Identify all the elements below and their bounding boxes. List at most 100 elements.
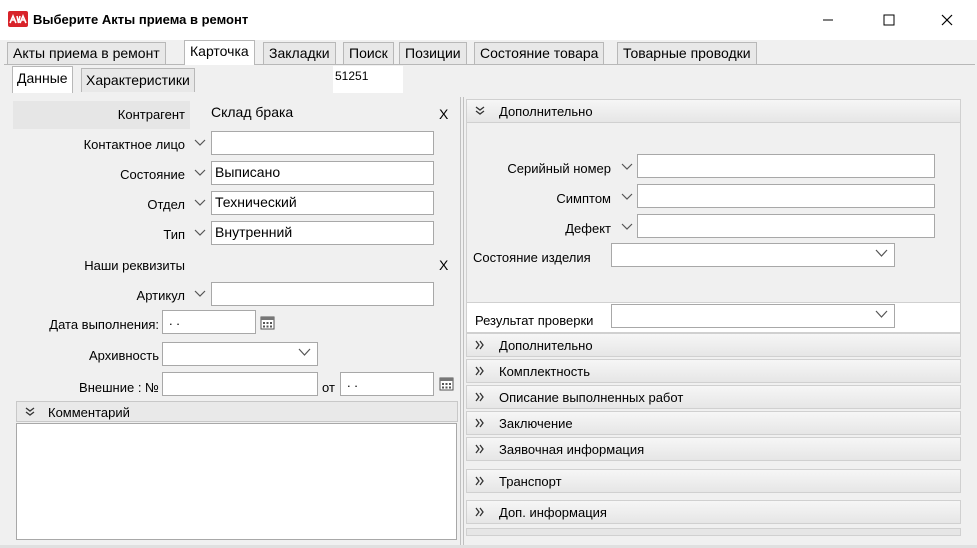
comment-title: Комментарий [48,405,130,420]
chevron-down-icon [194,139,206,146]
expand-icon [475,340,484,350]
external-label: Внешние : № [79,380,159,395]
contragent-value[interactable]: Склад брака [211,104,293,120]
section-title: Транспорт [499,474,562,489]
section-additional-expanded[interactable]: Дополнительно [466,99,961,123]
check-result-label: Результат проверки [475,313,594,328]
chevron-down-icon [875,249,888,257]
tab-goods-postings[interactable]: Товарные проводки [617,42,757,64]
tab-bookmarks[interactable]: Закладки [263,42,336,64]
chevron-down-icon [194,290,206,297]
from-label: от [322,380,335,395]
external-date-field[interactable]: . . [340,372,434,396]
tab-search[interactable]: Поиск [343,42,394,64]
check-result-combo[interactable] [611,304,895,328]
section-title: Дополнительно [499,104,593,119]
chevron-down-icon [194,199,206,206]
window-title: Выберите Акты приема в ремонт [33,12,249,27]
close-icon [941,14,953,26]
contragent-label: Контрагент [117,107,185,122]
date-label: Дата выполнения: [49,317,159,332]
section-bottom-edge [466,528,961,536]
dept-label: Отдел [147,197,185,212]
section-transport[interactable]: Транспорт [466,469,961,493]
comment-section-header[interactable]: Комментарий [16,401,458,422]
collapse-icon [475,106,485,115]
dept-dropdown-button[interactable] [192,191,208,215]
section-title: Заключение [499,416,573,431]
contact-label: Контактное лицо [83,137,185,152]
expand-icon [475,392,484,402]
serial-label: Серийный номер [507,161,611,176]
chevron-down-icon [621,223,633,230]
symptom-field[interactable] [637,184,935,208]
section-title: Доп. информация [499,505,607,520]
article-field[interactable] [211,282,434,306]
chevron-down-icon [621,163,633,170]
defect-dropdown-button[interactable] [619,215,635,239]
requisites-label: Наши реквизиты [84,258,185,273]
chevron-down-icon [875,310,888,318]
tab-goods-state[interactable]: Состояние товара [474,42,605,64]
tab-positions[interactable]: Позиции [399,42,467,64]
section-additional[interactable]: Дополнительно [466,333,961,357]
contragent-clear-button[interactable]: X [439,106,448,122]
expand-icon [475,444,484,454]
section-title: Комплектность [499,364,591,379]
dept-field[interactable]: Технический [211,191,434,215]
close-button[interactable] [924,0,970,40]
date-field[interactable]: . . [162,310,256,334]
contact-dropdown-button[interactable] [192,131,208,155]
product-state-label: Состояние изделия [473,250,591,265]
article-dropdown-button[interactable] [192,282,208,306]
requisites-clear-button[interactable]: X [439,257,448,273]
state-field[interactable]: Выписано [211,161,434,185]
chevron-down-icon [194,169,206,176]
product-state-combo[interactable] [611,243,895,267]
panel-splitter[interactable] [460,97,464,545]
minimize-icon [823,19,833,21]
section-title: Заявочная информация [499,442,645,457]
tab-card[interactable]: Карточка [184,40,255,65]
archive-label: Архивность [88,348,159,363]
maximize-button[interactable] [866,0,912,40]
calendar-icon[interactable] [439,376,454,391]
external-number-field[interactable] [162,372,318,396]
document-number: 51251 [333,66,403,93]
article-label: Артикул [136,288,185,303]
section-title: Описание выполненных работ [499,390,684,405]
symptom-label: Симптом [556,191,611,206]
section-work-description[interactable]: Описание выполненных работ [466,385,961,409]
tab-acts[interactable]: Акты приема в ремонт [7,42,166,64]
type-field[interactable]: Внутренний [211,221,434,245]
expand-icon [475,507,484,517]
chevron-down-icon [621,193,633,200]
type-label: Тип [163,227,185,242]
serial-field[interactable] [637,154,935,178]
subtab-data[interactable]: Данные [12,66,73,93]
section-extra-info[interactable]: Доп. информация [466,500,961,524]
section-title: Дополнительно [499,338,593,353]
serial-dropdown-button[interactable] [619,155,635,179]
type-dropdown-button[interactable] [192,221,208,245]
maximize-icon [883,14,895,26]
chevron-down-icon [298,348,311,356]
app-logo-icon [8,11,28,27]
contact-field[interactable] [211,131,434,155]
tab-divider [4,64,975,65]
calendar-icon[interactable] [260,315,275,330]
defect-label: Дефект [565,221,611,236]
defect-field[interactable] [637,214,935,238]
expand-icon [475,476,484,486]
symptom-dropdown-button[interactable] [619,185,635,209]
section-completeness[interactable]: Комплектность [466,359,961,383]
section-request-info[interactable]: Заявочная информация [466,437,961,461]
collapse-icon [25,407,35,416]
expand-icon [475,366,484,376]
comment-textarea[interactable] [16,423,457,540]
archive-combo[interactable] [162,342,318,366]
minimize-button[interactable] [805,0,851,40]
subtab-characteristics[interactable]: Характеристики [81,68,195,92]
section-conclusion[interactable]: Заключение [466,411,961,435]
state-dropdown-button[interactable] [192,161,208,185]
